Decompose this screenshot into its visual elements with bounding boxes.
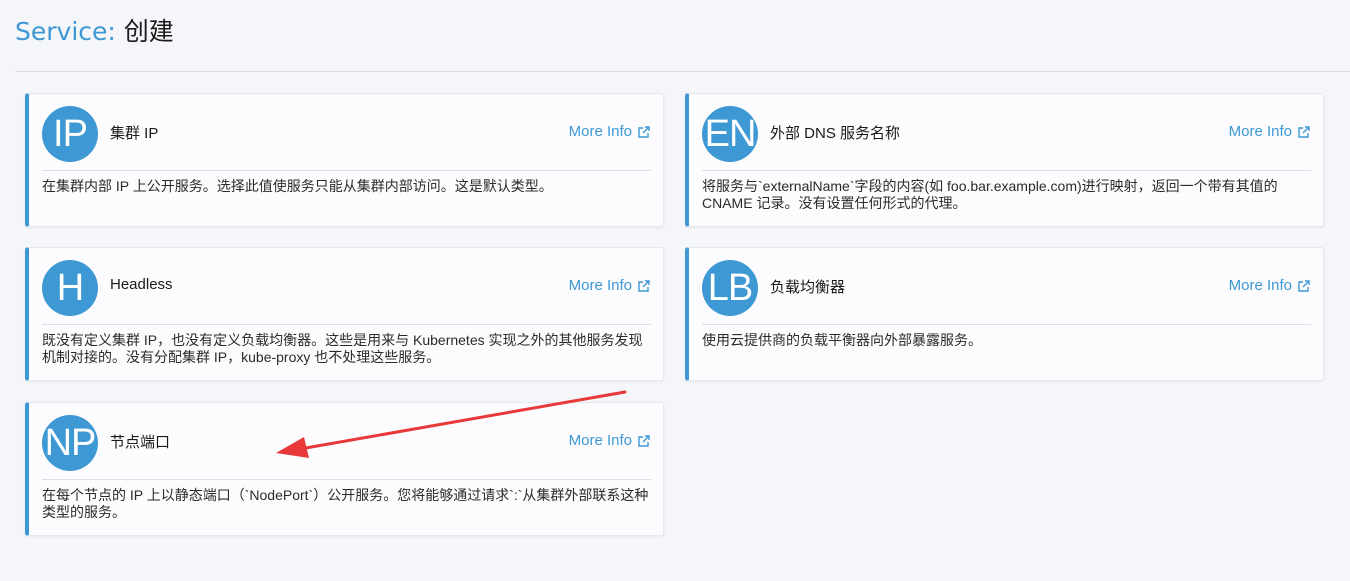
resource-type-label: Service: [15, 17, 116, 46]
card-title: 负载均衡器 [770, 279, 846, 296]
header-divider [15, 71, 1350, 72]
loadbalancer-avatar: LB [702, 260, 758, 316]
more-info-label: More Info [568, 277, 632, 294]
external-link-icon [1298, 279, 1310, 292]
card-description: 既没有定义集群 IP，也没有定义负载均衡器。这些是用来与 Kubernetes … [42, 332, 643, 365]
service-type-card-clusterip[interactable]: IP 集群 IP More Info 在集群内部 IP 上公开服务。选择此值使服… [25, 93, 664, 227]
card-title: 集群 IP [110, 125, 159, 142]
card-description: 在每个节点的 IP 上以静态端口（`NodePort`）公开服务。您将能够通过请… [42, 487, 649, 520]
more-info-link[interactable]: More Info [569, 277, 651, 294]
more-info-link[interactable]: More Info [569, 123, 651, 140]
card-title: 节点端口 [110, 434, 171, 451]
service-type-card-loadbalancer[interactable]: LB 负载均衡器 More Info 使用云提供商的负载平衡器向外部暴露服务。 [685, 247, 1324, 381]
card-description: 使用云提供商的负载平衡器向外部暴露服务。 [702, 332, 982, 348]
more-info-link[interactable]: More Info [1229, 123, 1311, 140]
clusterip-avatar: IP [42, 106, 98, 162]
external-link-icon [1298, 125, 1310, 138]
more-info-label: More Info [1228, 277, 1292, 294]
externalname-avatar: EN [702, 106, 758, 162]
service-type-card-headless[interactable]: H Headless More Info 既没有定义集群 IP，也没有定义负载均… [25, 247, 664, 381]
more-info-link[interactable]: More Info [569, 432, 651, 449]
nodeport-avatar: NP [42, 415, 98, 471]
more-info-link[interactable]: More Info [1229, 277, 1311, 294]
more-info-label: More Info [568, 432, 632, 449]
card-description: 将服务与`externalName`字段的内容(如 foo.bar.exampl… [702, 178, 1278, 211]
action-label: 创建 [123, 17, 174, 46]
headless-avatar: H [42, 260, 98, 316]
more-info-label: More Info [1228, 123, 1292, 140]
card-title: Headless [110, 276, 173, 293]
external-link-icon [638, 279, 650, 292]
service-type-card-externalname[interactable]: EN 外部 DNS 服务名称 More Info 将服务与`externalNa… [685, 93, 1324, 227]
card-description: 在集群内部 IP 上公开服务。选择此值使服务只能从集群内部访问。这是默认类型。 [42, 178, 553, 194]
external-link-icon [638, 434, 650, 447]
service-type-card-nodeport[interactable]: NP 节点端口 More Info 在每个节点的 IP 上以静态端口（`Node… [25, 402, 664, 536]
more-info-label: More Info [568, 123, 632, 140]
page-title: Service: 创建 [15, 14, 1350, 54]
external-link-icon [638, 125, 650, 138]
card-title: 外部 DNS 服务名称 [770, 125, 901, 142]
